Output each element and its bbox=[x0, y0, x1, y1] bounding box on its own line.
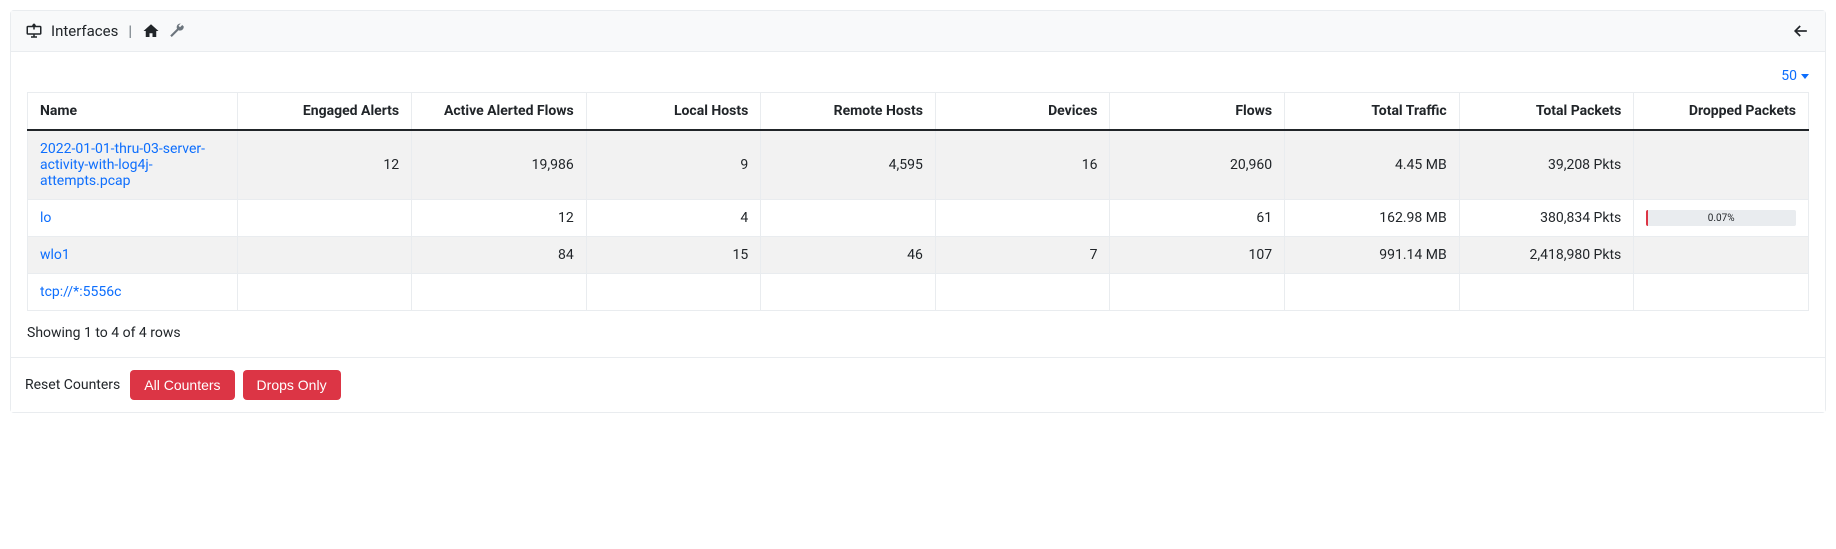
col-header-remote-hosts[interactable]: Remote Hosts bbox=[761, 93, 936, 131]
cell-name: wlo1 bbox=[28, 237, 238, 274]
interface-link[interactable]: 2022-01-01-thru-03-server-activity-with-… bbox=[40, 141, 205, 189]
cell-active-alerted-flows: 84 bbox=[412, 237, 587, 274]
all-counters-button[interactable]: All Counters bbox=[130, 370, 234, 400]
cell-total-packets: 380,834 Pkts bbox=[1459, 200, 1634, 237]
interface-link[interactable]: tcp://*:5556c bbox=[40, 284, 121, 300]
table-row: wlo1 8415467107991.14 MB2,418,980 Pkts bbox=[28, 237, 1809, 274]
interface-link[interactable]: lo bbox=[40, 210, 51, 226]
card-header: Interfaces | bbox=[11, 11, 1825, 52]
cell-remote-hosts: 46 bbox=[761, 237, 936, 274]
cell-total-traffic: 991.14 MB bbox=[1285, 237, 1460, 274]
page-title: Interfaces bbox=[51, 22, 118, 40]
col-header-active-alerted-flows[interactable]: Active Alerted Flows bbox=[412, 93, 587, 131]
cell-engaged-alerts bbox=[237, 237, 412, 274]
interfaces-icon bbox=[25, 22, 43, 40]
cell-total-traffic: 162.98 MB bbox=[1285, 200, 1460, 237]
cell-total-packets: 39,208 Pkts bbox=[1459, 130, 1634, 200]
cell-name: lo bbox=[28, 200, 238, 237]
cell-flows: 107 bbox=[1110, 237, 1285, 274]
cell-remote-hosts: 4,595 bbox=[761, 130, 936, 200]
cell-local-hosts: 4 bbox=[586, 200, 761, 237]
cell-devices: 7 bbox=[935, 237, 1110, 274]
cell-remote-hosts bbox=[761, 200, 936, 237]
cell-engaged-alerts bbox=[237, 200, 412, 237]
caret-down-icon bbox=[1801, 74, 1809, 79]
cell-devices bbox=[935, 200, 1110, 237]
col-header-dropped-packets[interactable]: Dropped Packets bbox=[1634, 93, 1809, 131]
cell-devices bbox=[935, 274, 1110, 311]
cell-total-packets bbox=[1459, 274, 1634, 311]
wrench-icon[interactable] bbox=[168, 22, 186, 40]
cell-name: tcp://*:5556c bbox=[28, 274, 238, 311]
interface-link[interactable]: wlo1 bbox=[40, 247, 70, 263]
interfaces-card: Interfaces | 50 bbox=[10, 10, 1826, 413]
page-size-dropdown[interactable]: 50 bbox=[1781, 68, 1809, 84]
cell-local-hosts bbox=[586, 274, 761, 311]
table-toolbar: 50 bbox=[27, 68, 1809, 84]
col-header-local-hosts[interactable]: Local Hosts bbox=[586, 93, 761, 131]
cell-total-traffic: 4.45 MB bbox=[1285, 130, 1460, 200]
cell-dropped-packets: 0.07% bbox=[1634, 200, 1809, 237]
cell-engaged-alerts bbox=[237, 274, 412, 311]
row-count-info: Showing 1 to 4 of 4 rows bbox=[27, 325, 1809, 341]
cell-total-traffic bbox=[1285, 274, 1460, 311]
cell-dropped-packets bbox=[1634, 130, 1809, 200]
interfaces-table: Name Engaged Alerts Active Alerted Flows… bbox=[27, 92, 1809, 311]
col-header-total-packets[interactable]: Total Packets bbox=[1459, 93, 1634, 131]
cell-flows bbox=[1110, 274, 1285, 311]
cell-active-alerted-flows: 12 bbox=[412, 200, 587, 237]
cell-local-hosts: 15 bbox=[586, 237, 761, 274]
table-row: lo 124 61162.98 MB380,834 Pkts 0.07% bbox=[28, 200, 1809, 237]
col-header-devices[interactable]: Devices bbox=[935, 93, 1110, 131]
cell-dropped-packets bbox=[1634, 274, 1809, 311]
cell-active-alerted-flows bbox=[412, 274, 587, 311]
col-header-total-traffic[interactable]: Total Traffic bbox=[1285, 93, 1460, 131]
drops-only-button[interactable]: Drops Only bbox=[243, 370, 341, 400]
page-size-value: 50 bbox=[1781, 68, 1797, 84]
cell-remote-hosts bbox=[761, 274, 936, 311]
cell-devices: 16 bbox=[935, 130, 1110, 200]
cell-active-alerted-flows: 19,986 bbox=[412, 130, 587, 200]
cell-name: 2022-01-01-thru-03-server-activity-with-… bbox=[28, 130, 238, 200]
col-header-engaged-alerts[interactable]: Engaged Alerts bbox=[237, 93, 412, 131]
home-icon[interactable] bbox=[142, 22, 160, 40]
header-left: Interfaces | bbox=[25, 22, 186, 40]
cell-engaged-alerts: 12 bbox=[237, 130, 412, 200]
cell-flows: 61 bbox=[1110, 200, 1285, 237]
separator: | bbox=[128, 22, 132, 40]
table-row: 2022-01-01-thru-03-server-activity-with-… bbox=[28, 130, 1809, 200]
cell-dropped-packets bbox=[1634, 237, 1809, 274]
card-footer: Reset Counters All Counters Drops Only bbox=[11, 357, 1825, 412]
table-row: tcp://*:5556c bbox=[28, 274, 1809, 311]
col-header-flows[interactable]: Flows bbox=[1110, 93, 1285, 131]
dropped-progress: 0.07% bbox=[1646, 210, 1796, 226]
card-body: 50 Name Engaged Alerts Active Alerted Fl… bbox=[11, 52, 1825, 357]
table-header-row: Name Engaged Alerts Active Alerted Flows… bbox=[28, 93, 1809, 131]
dropped-progress-label: 0.07% bbox=[1646, 210, 1796, 226]
col-header-name[interactable]: Name bbox=[28, 93, 238, 131]
table-body: 2022-01-01-thru-03-server-activity-with-… bbox=[28, 130, 1809, 311]
cell-flows: 20,960 bbox=[1110, 130, 1285, 200]
reset-counters-label: Reset Counters bbox=[25, 377, 120, 393]
cell-total-packets: 2,418,980 Pkts bbox=[1459, 237, 1634, 274]
back-arrow-icon[interactable] bbox=[1791, 21, 1811, 41]
cell-local-hosts: 9 bbox=[586, 130, 761, 200]
